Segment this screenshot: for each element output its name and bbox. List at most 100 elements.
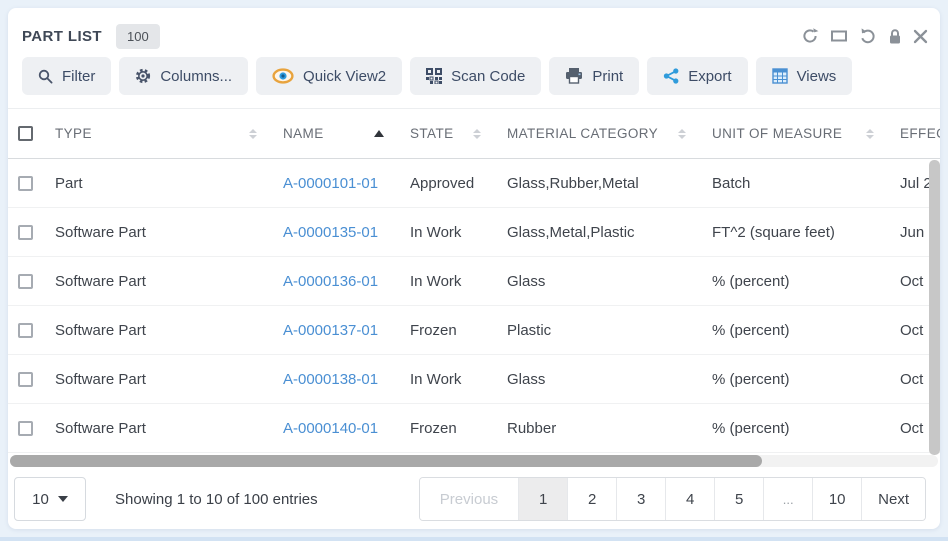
cell-unit-of-measure: FT^2 (square feet): [712, 224, 900, 241]
table-row: Software Part A-0000140-01 Frozen Rubber…: [8, 404, 940, 453]
table-row: Software Part A-0000136-01 In Work Glass…: [8, 257, 940, 306]
table-header: TYPE NAME STATE MATERIAL CATEGORY UNIT O…: [8, 108, 940, 159]
cell-unit-of-measure: % (percent): [712, 420, 900, 437]
showing-entries-text: Showing 1 to 10 of 100 entries: [115, 491, 318, 508]
page-button-2[interactable]: 2: [567, 478, 616, 520]
sort-icon-material-category: [678, 129, 686, 139]
vertical-scrollbar[interactable]: [929, 160, 940, 455]
table-footer: 10 Showing 1 to 10 of 100 entries Previo…: [14, 477, 926, 521]
part-name-link[interactable]: A-0000137-01: [283, 322, 378, 339]
cell-type: Software Part: [55, 371, 283, 388]
sort-icon-state: [473, 129, 481, 139]
columns-button-label: Columns...: [160, 68, 232, 85]
maximize-icon[interactable]: [830, 27, 848, 45]
table-row: Software Part A-0000138-01 In Work Glass…: [8, 355, 940, 404]
page-size-dropdown[interactable]: 10: [14, 477, 86, 521]
part-name-link[interactable]: A-0000101-01: [283, 175, 378, 192]
pagination: Previous 1 2 3 4 5 ... 10 Next: [419, 477, 926, 521]
filter-button[interactable]: Filter: [22, 57, 111, 95]
table-body: Part A-0000101-01 Approved Glass,Rubber,…: [8, 159, 940, 453]
cell-state: In Work: [410, 371, 507, 388]
cell-unit-of-measure: % (percent): [712, 273, 900, 290]
print-button[interactable]: Print: [549, 57, 639, 95]
page-size-value: 10: [32, 491, 49, 508]
part-name-link[interactable]: A-0000138-01: [283, 371, 378, 388]
horizontal-scrollbar-thumb[interactable]: [10, 455, 762, 467]
row-checkbox[interactable]: [18, 372, 33, 387]
column-header-state[interactable]: STATE: [410, 126, 507, 141]
cell-material-category: Glass,Rubber,Metal: [507, 175, 712, 192]
cell-material-category: Rubber: [507, 420, 712, 437]
part-name-link[interactable]: A-0000140-01: [283, 420, 378, 437]
page-button-1[interactable]: 1: [518, 478, 567, 520]
column-header-unit-of-measure[interactable]: UNIT OF MEASURE: [712, 126, 900, 141]
part-name-link[interactable]: A-0000135-01: [283, 224, 378, 241]
column-header-effectivity[interactable]: EFFEC: [900, 126, 940, 141]
column-label-name: NAME: [283, 126, 324, 141]
cell-state: Frozen: [410, 322, 507, 339]
row-checkbox[interactable]: [18, 225, 33, 240]
chevron-down-icon: [58, 496, 68, 502]
previous-page-button[interactable]: Previous: [420, 478, 518, 520]
count-badge: 100: [116, 24, 160, 49]
cell-state: In Work: [410, 224, 507, 241]
page-title: PART LIST: [22, 28, 102, 45]
page-button-4[interactable]: 4: [665, 478, 714, 520]
table-row: Part A-0000101-01 Approved Glass,Rubber,…: [8, 159, 940, 208]
cell-unit-of-measure: % (percent): [712, 371, 900, 388]
cell-material-category: Glass: [507, 371, 712, 388]
undo-icon[interactable]: [859, 27, 877, 45]
cell-type: Software Part: [55, 420, 283, 437]
column-label-state: STATE: [410, 126, 454, 141]
filter-button-label: Filter: [62, 68, 95, 85]
table-row: Software Part A-0000137-01 Frozen Plasti…: [8, 306, 940, 355]
toolbar: Filter Columns... Quick View2 Scan Code …: [22, 57, 852, 95]
gear-icon: [135, 68, 151, 84]
row-checkbox[interactable]: [18, 323, 33, 338]
row-checkbox[interactable]: [18, 421, 33, 436]
window-controls: [801, 27, 928, 45]
table-grid-icon: [772, 68, 788, 84]
column-header-material-category[interactable]: MATERIAL CATEGORY: [507, 126, 712, 141]
printer-icon: [565, 68, 583, 84]
views-button[interactable]: Views: [756, 57, 853, 95]
search-icon: [38, 69, 53, 84]
quick-view-button[interactable]: Quick View2: [256, 57, 402, 95]
page-button-10[interactable]: 10: [812, 478, 861, 520]
page-button-3[interactable]: 3: [616, 478, 665, 520]
lock-icon[interactable]: [888, 28, 902, 45]
cell-type: Part: [55, 175, 283, 192]
part-list-panel: PART LIST 100 Filter: [8, 8, 940, 529]
row-checkbox[interactable]: [18, 274, 33, 289]
horizontal-scrollbar-track[interactable]: [10, 455, 938, 467]
export-button[interactable]: Export: [647, 57, 747, 95]
scan-code-button-label: Scan Code: [451, 68, 525, 85]
next-page-button[interactable]: Next: [861, 478, 925, 520]
cell-unit-of-measure: % (percent): [712, 322, 900, 339]
page-button-5[interactable]: 5: [714, 478, 763, 520]
panel-header: PART LIST 100: [22, 18, 928, 54]
cell-type: Software Part: [55, 273, 283, 290]
page-bottom-strip: [0, 537, 948, 541]
close-icon[interactable]: [913, 29, 928, 44]
select-all-checkbox[interactable]: [18, 126, 33, 141]
qr-code-icon: [426, 68, 442, 84]
share-icon: [663, 68, 679, 84]
column-header-type[interactable]: TYPE: [55, 126, 283, 141]
column-header-name[interactable]: NAME: [283, 126, 410, 141]
row-checkbox[interactable]: [18, 176, 33, 191]
part-name-link[interactable]: A-0000136-01: [283, 273, 378, 290]
page-ellipsis[interactable]: ...: [763, 478, 812, 520]
cell-type: Software Part: [55, 224, 283, 241]
column-label-effectivity: EFFEC: [900, 126, 940, 141]
sort-icon-type: [249, 129, 257, 139]
print-button-label: Print: [592, 68, 623, 85]
refresh-icon[interactable]: [801, 27, 819, 45]
cell-state: Approved: [410, 175, 507, 192]
cell-state: Frozen: [410, 420, 507, 437]
cell-state: In Work: [410, 273, 507, 290]
columns-button[interactable]: Columns...: [119, 57, 248, 95]
views-button-label: Views: [797, 68, 837, 85]
column-label-material-category: MATERIAL CATEGORY: [507, 126, 658, 141]
scan-code-button[interactable]: Scan Code: [410, 57, 541, 95]
